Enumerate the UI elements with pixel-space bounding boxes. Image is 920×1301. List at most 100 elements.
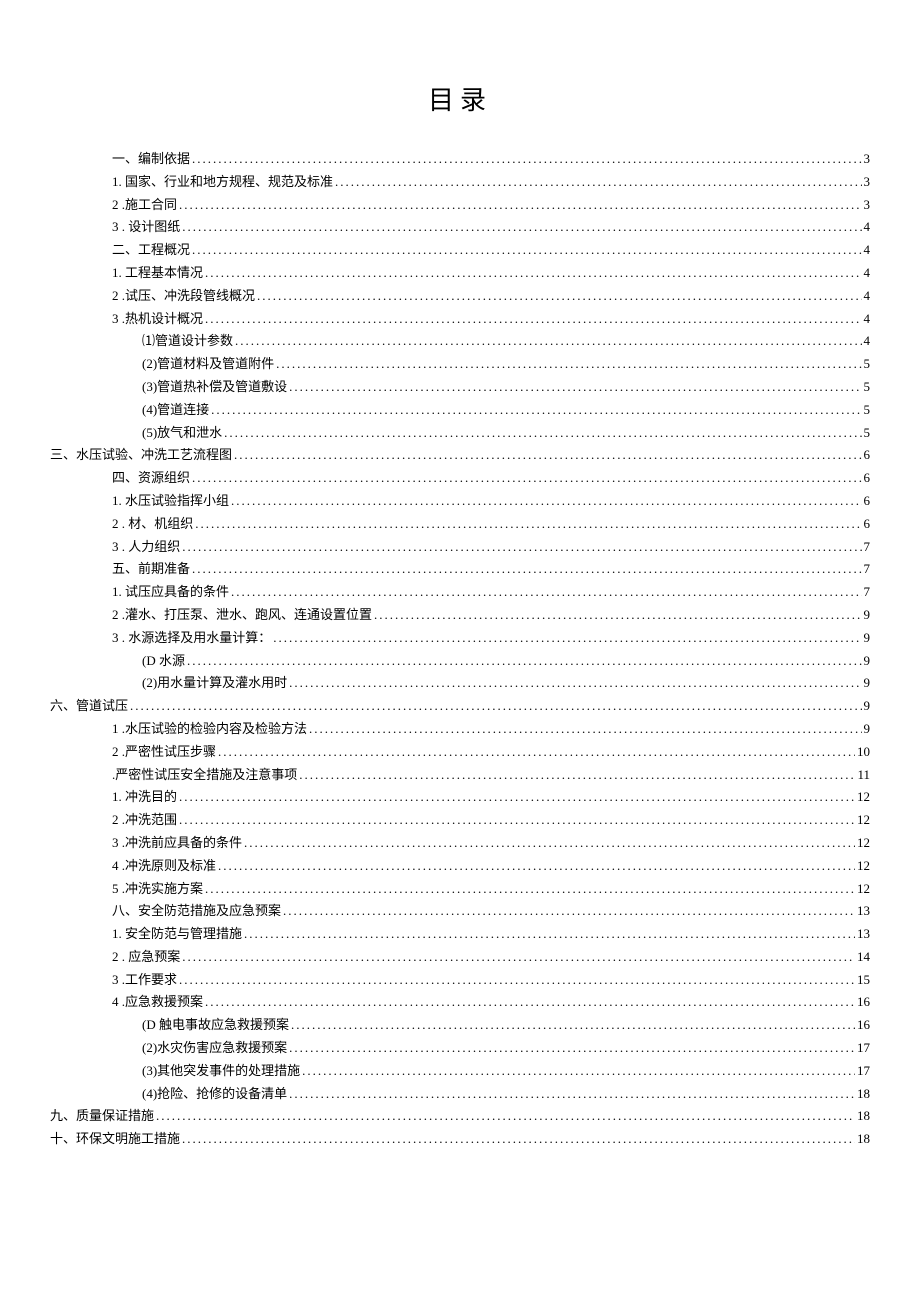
toc-label: 1 .水压试验的检验内容及检验方法	[112, 719, 307, 740]
toc-leader	[289, 1084, 855, 1105]
toc-entry: 5 .冲洗实施方案12	[50, 879, 870, 900]
toc-label: (2)用水量计算及灌水用时	[142, 673, 287, 694]
toc-label: (2)管道材料及管道附件	[142, 354, 274, 375]
toc-label: 1. 工程基本情况	[112, 263, 203, 284]
toc-leader	[182, 217, 861, 238]
toc-leader	[302, 1061, 855, 1082]
toc-leader	[182, 537, 861, 558]
toc-page-number: 4	[864, 263, 871, 284]
toc-leader	[257, 286, 861, 307]
toc-leader	[244, 833, 855, 854]
toc-leader	[182, 947, 855, 968]
toc-leader	[231, 582, 861, 603]
toc-page-number: 6	[864, 445, 871, 466]
toc-label: (4)管道连接	[142, 400, 209, 421]
toc-page-number: 13	[857, 901, 870, 922]
toc-leader	[235, 331, 861, 352]
toc-leader	[244, 924, 855, 945]
toc-leader	[182, 1129, 855, 1150]
toc-label: 八、安全防范措施及应急预案	[112, 901, 281, 922]
toc-entry: 1 .水压试验的检验内容及检验方法9	[50, 719, 870, 740]
toc-entry: 4 .冲洗原则及标准12	[50, 856, 870, 877]
toc-entry: 3 . 设计图纸 4	[50, 217, 870, 238]
toc-leader	[195, 514, 861, 535]
toc-page-number: 6	[864, 514, 871, 535]
toc-leader	[309, 719, 861, 740]
toc-page-number: 3	[864, 195, 871, 216]
toc-entry: 九、质量保证措施18	[50, 1106, 870, 1127]
toc-label: 一、编制依据	[112, 149, 190, 170]
toc-page-number: 4	[864, 240, 871, 261]
toc-page-number: 9	[864, 696, 871, 717]
toc-page-number: 5	[864, 377, 871, 398]
toc-label: (3)管道热补偿及管道敷设	[142, 377, 287, 398]
toc-leader	[205, 309, 861, 330]
toc-page-number: 5	[864, 423, 871, 444]
toc-entry: 4 .应急救援预案16	[50, 992, 870, 1013]
toc-label: 十、环保文明施工措施	[50, 1129, 180, 1150]
toc-page-number: 7	[864, 537, 871, 558]
toc-page-number: 7	[864, 559, 871, 580]
toc-entry: 2 . 材、机组织6	[50, 514, 870, 535]
toc-entry: (2)水灾伤害应急救援预案17	[50, 1038, 870, 1059]
toc-entry: 1. 国家、行业和地方规程、规范及标准3	[50, 172, 870, 193]
toc-page-number: 11	[857, 765, 870, 786]
toc-page-number: 5	[864, 354, 871, 375]
toc-leader	[192, 559, 861, 580]
toc-entry: (2)管道材料及管道附件 5	[50, 354, 870, 375]
toc-label: 3 . 人力组织	[112, 537, 180, 558]
toc-leader	[156, 1106, 855, 1127]
toc-page-number: 4	[864, 309, 871, 330]
toc-label: 2 .冲洗范围	[112, 810, 177, 831]
toc-label: 3 .工作要求	[112, 970, 177, 991]
toc-leader	[192, 468, 861, 489]
toc-leader	[289, 1038, 855, 1059]
toc-entry: 三、水压试验、冲洗工艺流程图6	[50, 445, 870, 466]
toc-entry: ⑴管道设计参数4	[50, 331, 870, 352]
toc-leader	[335, 172, 861, 193]
toc-leader	[374, 605, 861, 626]
toc-leader	[205, 992, 855, 1013]
toc-entry: 十、环保文明施工措施18	[50, 1129, 870, 1150]
toc-page-number: 4	[864, 217, 871, 238]
toc-page-number: 5	[864, 400, 871, 421]
toc-entry: 四、资源组织6	[50, 468, 870, 489]
toc-leader	[283, 901, 855, 922]
toc-label: 1. 试压应具备的条件	[112, 582, 229, 603]
toc-entry: (D 触电事故应急救援预案16	[50, 1015, 870, 1036]
toc-entry: 2 .灌水、打压泵、泄水、跑风、连通设置位置9	[50, 605, 870, 626]
toc-page-number: 16	[857, 1015, 870, 1036]
toc-page-number: 10	[857, 742, 870, 763]
toc-page-number: 9	[864, 605, 871, 626]
toc-entry: 1. 试压应具备的条件 7	[50, 582, 870, 603]
toc-leader	[231, 491, 861, 512]
toc-leader	[179, 810, 855, 831]
toc-label: 1. 冲洗目的	[112, 787, 177, 808]
toc-entry: (5)放气和泄水5	[50, 423, 870, 444]
toc-page-number: 6	[864, 468, 871, 489]
toc-entry: 3 .热机设计概况 4	[50, 309, 870, 330]
toc-entry: 二、工程概况4	[50, 240, 870, 261]
toc-label: 2 .严密性试压步骤	[112, 742, 216, 763]
toc-leader	[179, 787, 855, 808]
toc-label: 1. 安全防范与管理措施	[112, 924, 242, 945]
toc-entry: 2 .严密性试压步骤 10	[50, 742, 870, 763]
toc-label: (3)其他突发事件的处理措施	[142, 1061, 300, 1082]
toc-leader	[218, 742, 855, 763]
toc-label: 3 .热机设计概况	[112, 309, 203, 330]
toc-label: 2 . 应急预案	[112, 947, 180, 968]
toc-label: 5 .冲洗实施方案	[112, 879, 203, 900]
toc-label: 九、质量保证措施	[50, 1106, 154, 1127]
toc-entry: 3 . 人力组织 7	[50, 537, 870, 558]
toc-label: 五、前期准备	[112, 559, 190, 580]
toc-page-number: 13	[857, 924, 870, 945]
toc-page-number: 17	[857, 1061, 870, 1082]
toc-label: 3 . 设计图纸	[112, 217, 180, 238]
toc-page-number: 6	[864, 491, 871, 512]
toc-entry: (D 水源9	[50, 651, 870, 672]
toc-page-number: 7	[864, 582, 871, 603]
toc-page-number: 18	[857, 1084, 870, 1105]
toc-entry: 2 . 应急预案14	[50, 947, 870, 968]
toc-leader	[187, 651, 862, 672]
toc-entry: 1. 工程基本情况 4	[50, 263, 870, 284]
